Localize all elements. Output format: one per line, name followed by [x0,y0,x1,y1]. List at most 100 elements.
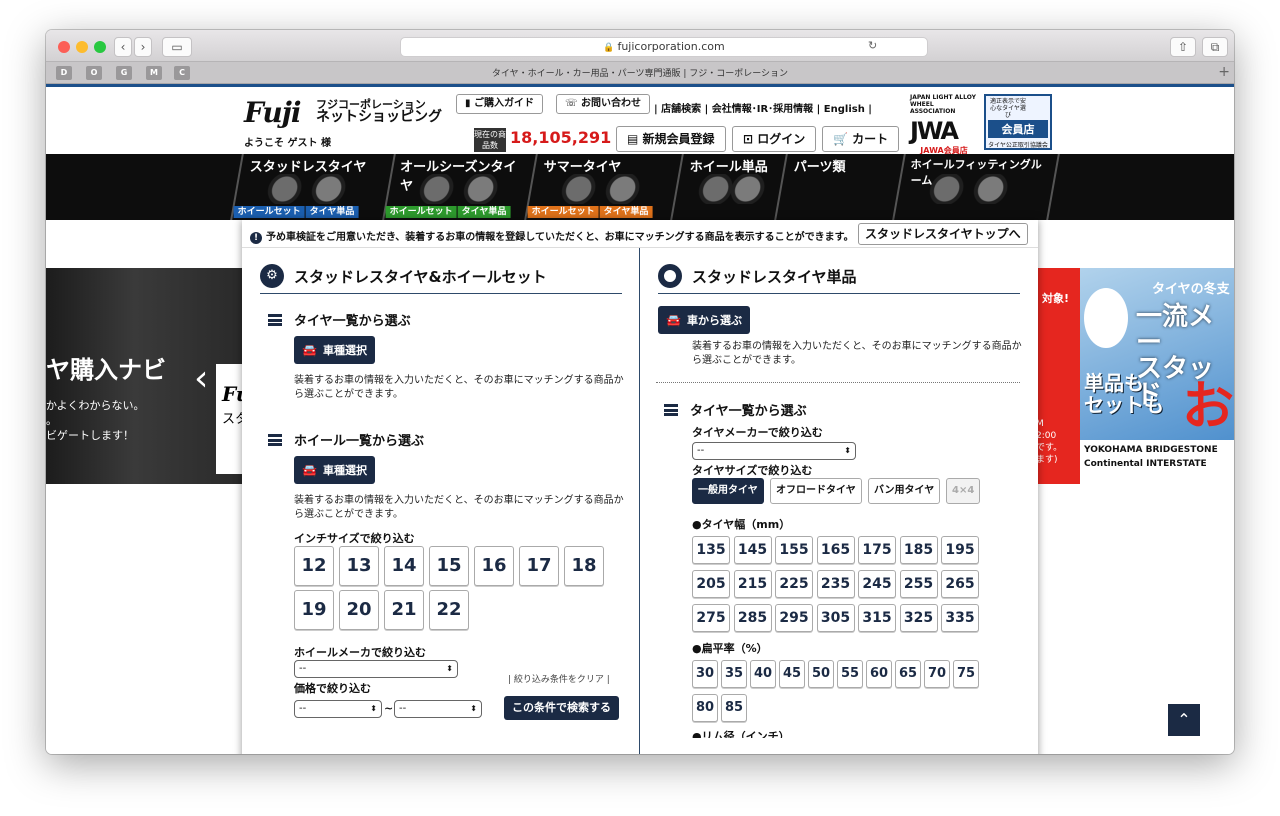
tab-van-tire[interactable]: バン用タイヤ [868,478,941,504]
favorite-o[interactable]: O [86,66,102,80]
width-button-175[interactable]: 175 [858,536,896,564]
width-button-285[interactable]: 285 [733,604,772,632]
width-button-205[interactable]: 205 [692,570,730,598]
width-button-335[interactable]: 335 [941,604,979,632]
width-button-315[interactable]: 315 [858,604,896,632]
ratio-button-70[interactable]: 70 [924,660,950,688]
reload-icon[interactable]: ↻ [868,39,877,52]
wheel-maker-select[interactable]: -- ⬍ [294,660,458,678]
width-button-145[interactable]: 145 [733,536,772,564]
inch-button-17[interactable]: 17 [519,546,559,586]
price-max-select[interactable]: -- ⬍ [394,700,482,718]
tag-tire-only[interactable]: タイヤ単品 [305,206,359,218]
category-summer[interactable]: サマータイヤ ホイールセット タイヤ単品 [524,154,676,220]
carousel-prev-icon[interactable]: ‹ [194,358,208,399]
inch-button-12[interactable]: 12 [294,546,334,586]
width-button-135[interactable]: 135 [692,536,730,564]
share-icon[interactable]: ⇧ [1170,37,1196,57]
category-allseason[interactable]: オールシーズンタイヤ ホイールセット タイヤ単品 [382,154,532,220]
width-button-305[interactable]: 305 [816,604,855,632]
tab-normal-tire[interactable]: 一般用タイヤ [692,478,764,504]
width-button-215[interactable]: 215 [733,570,772,598]
guide-button[interactable]: ▮ ご購入ガイド [456,94,543,114]
minimize-window-icon[interactable] [76,41,88,53]
inch-button-16[interactable]: 16 [474,546,514,586]
inch-button-14[interactable]: 14 [384,546,424,586]
left-banner[interactable]: ヤ購入ナビ かよくわからない。。ビゲートします！ ‹ Fuスタ [46,268,242,484]
inch-button-21[interactable]: 21 [384,590,424,630]
inch-button-22[interactable]: 22 [429,590,469,630]
width-button-295[interactable]: 295 [775,604,813,632]
ratio-button-50[interactable]: 50 [808,660,834,688]
fuji-logo[interactable]: Fuji [244,96,302,129]
favorite-c[interactable]: C [174,66,190,80]
tag-wheel-set[interactable]: ホイールセット [385,206,457,218]
inch-button-20[interactable]: 20 [339,590,379,630]
category-parts[interactable]: パーツ類 [774,154,900,220]
contact-button[interactable]: ☏ お問い合わせ [556,94,650,114]
width-button-165[interactable]: 165 [816,536,855,564]
inch-button-13[interactable]: 13 [339,546,379,586]
tag-wheel-set[interactable]: ホイールセット [233,206,305,218]
studless-top-button[interactable]: スタッドレスタイヤトップへ [858,223,1028,245]
new-tab-icon[interactable]: + [1218,64,1230,80]
ratio-button-40[interactable]: 40 [750,660,776,688]
width-button-255[interactable]: 255 [899,570,938,598]
inch-button-18[interactable]: 18 [564,546,604,586]
ratio-button-65[interactable]: 65 [895,660,921,688]
width-button-265[interactable]: 265 [941,570,979,598]
price-min-select[interactable]: -- ⬍ [294,700,382,718]
tag-wheel-set[interactable]: ホイールセット [527,206,599,218]
width-button-225[interactable]: 225 [775,570,813,598]
cart-button[interactable]: 🛒 カート [822,126,900,152]
car-select-button-2[interactable]: 🚘 車種選択 [294,456,375,484]
tabs-icon[interactable]: ⧉ [1202,37,1228,57]
width-button-325[interactable]: 325 [899,604,938,632]
favorite-m[interactable]: M [146,66,162,80]
search-button[interactable]: この条件で検索する [504,696,619,720]
right-banner[interactable]: 対象! M 2:00 です。 ます) タイヤの冬支 一流メー スタッド 単品も セットも … [1036,268,1234,484]
favorite-g[interactable]: G [116,66,132,80]
ratio-button-55[interactable]: 55 [837,660,863,688]
header-links[interactable]: | 店舗検索 | 会社情報･IR･採用情報 | English | [654,100,872,115]
zoom-window-icon[interactable] [94,41,106,53]
back-icon[interactable]: ‹ [114,37,132,57]
width-button-195[interactable]: 195 [941,536,979,564]
category-wheels[interactable]: ホイール単品 [670,154,782,220]
inch-button-19[interactable]: 19 [294,590,334,630]
ratio-button-75[interactable]: 75 [953,660,979,688]
clear-filters-link[interactable]: | 絞り込み条件をクリア | [508,672,610,685]
jawa-badge[interactable]: JAPAN LIGHT ALLOY WHEEL ASSOCIATION JWA … [910,94,978,155]
forward-icon[interactable]: › [134,37,152,57]
register-button[interactable]: ▤ 新規会員登録 [616,126,726,152]
category-fitting-room[interactable]: ホイールフィッティングルーム [892,154,1060,220]
car-select-button[interactable]: 🚘 車種選択 [294,336,375,364]
tag-tire-only[interactable]: タイヤ単品 [457,206,511,218]
width-button-245[interactable]: 245 [858,570,896,598]
inch-button-15[interactable]: 15 [429,546,469,586]
width-button-235[interactable]: 235 [816,570,855,598]
category-studless[interactable]: スタッドレスタイヤ ホイールセット タイヤ単品 [230,154,392,220]
ratio-button-30[interactable]: 30 [692,660,718,688]
tire-maker-select[interactable]: -- ⬍ [692,442,856,460]
ratio-button-45[interactable]: 45 [779,660,805,688]
ratio-button-85[interactable]: 85 [721,694,747,722]
close-window-icon[interactable] [58,41,70,53]
ratio-button-60[interactable]: 60 [866,660,892,688]
tab-offroad-tire[interactable]: オフロードタイヤ [770,478,862,504]
tag-tire-only[interactable]: タイヤ単品 [599,206,653,218]
member-store-badge[interactable]: 適正表示で安心なタイヤ選び 会員店 タイヤ公正取引協議会 [984,94,1052,150]
width-button-275[interactable]: 275 [692,604,730,632]
select-by-car-button[interactable]: 🚘 車から選ぶ [658,306,750,334]
address-bar[interactable]: 🔒 fujicorporation.com [400,37,928,57]
width-button-155[interactable]: 155 [775,536,813,564]
login-button[interactable]: ⊡ ログイン [732,126,817,152]
sidebar-icon[interactable]: ▭ [162,37,192,57]
scroll-top-button[interactable]: ⌃ [1168,704,1200,736]
width-button-185[interactable]: 185 [899,536,938,564]
tab-4x4[interactable]: 4×4 [946,478,981,504]
ratio-button-80[interactable]: 80 [692,694,718,722]
tab-title[interactable]: タイヤ・ホイール・カー用品・パーツ専門通販 | フジ・コーポレーション [276,66,1004,79]
favorite-d[interactable]: D [56,66,72,80]
ratio-button-35[interactable]: 35 [721,660,747,688]
